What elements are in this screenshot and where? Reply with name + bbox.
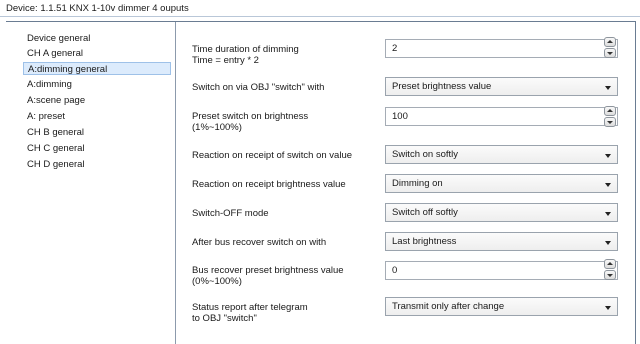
bus-recover-switch-select[interactable]: Last brightness	[385, 232, 618, 251]
sidebar-item-a-dimming[interactable]: A:dimming	[25, 78, 74, 91]
param-label-line1: Switch on via OBJ "switch" with	[192, 82, 325, 93]
param-label-line1: Preset switch on brightness	[192, 111, 309, 122]
param-label-line2: Time = entry * 2	[192, 55, 259, 66]
chevron-down-icon	[605, 86, 611, 90]
preset-brightness-input[interactable]: 100	[385, 107, 618, 126]
param-label-line1: Bus recover preset brightness value	[192, 265, 344, 276]
spin-up-button[interactable]	[604, 106, 616, 116]
chevron-down-icon	[605, 241, 611, 245]
sidebar-item-ch-c-general[interactable]: CH C general	[25, 142, 87, 155]
sidebar-item-ch-a-general[interactable]: CH A general	[25, 47, 85, 60]
param-label: Switch-OFF mode	[192, 208, 269, 219]
param-label-line1: Status report after telegram	[192, 302, 308, 313]
param-label: Status report after telegram to OBJ "swi…	[192, 302, 308, 324]
field-value: 2	[392, 43, 398, 54]
chevron-down-icon	[605, 306, 611, 310]
sidebar-item-a-preset[interactable]: A: preset	[25, 110, 67, 123]
field-value: 100	[392, 111, 408, 122]
param-label: Switch on via OBJ "switch" with	[192, 82, 324, 93]
sidebar-item-device-general[interactable]: Device general	[25, 32, 92, 45]
parameter-tree: Device general CH A general A:dimming ge…	[6, 22, 176, 344]
param-label-line2: to OBJ "switch"	[192, 313, 257, 324]
param-label-line2: (1%~100%)	[192, 122, 242, 133]
dimming-duration-stepper[interactable]	[604, 37, 616, 59]
select-value: Transmit only after change	[392, 301, 505, 312]
spin-up-button[interactable]	[604, 259, 616, 269]
arrow-up-icon	[607, 262, 613, 265]
param-label-line1: Switch-OFF mode	[192, 208, 269, 219]
select-value: Switch off softly	[392, 207, 458, 218]
arrow-up-icon	[607, 109, 613, 112]
param-label: Reaction on receipt of switch on value	[192, 150, 352, 161]
switch-on-mode-select[interactable]: Preset brightness value	[385, 77, 618, 96]
select-value: Switch on softly	[392, 149, 458, 160]
param-label-line1: Reaction on receipt brightness value	[192, 179, 346, 190]
sidebar-item-a-scene-page[interactable]: A:scene page	[25, 94, 87, 107]
spin-up-button[interactable]	[604, 37, 616, 47]
chevron-down-icon	[605, 154, 611, 158]
window-title: Device: 1.1.51 KNX 1-10v dimmer 4 ouputs	[0, 0, 640, 17]
spin-down-button[interactable]	[604, 48, 616, 58]
spin-down-button[interactable]	[604, 117, 616, 127]
preset-brightness-stepper[interactable]	[604, 106, 616, 128]
param-label-line1: After bus recover switch on with	[192, 237, 327, 248]
sidebar-item-a-dimming-general[interactable]: A:dimming general	[23, 62, 171, 75]
sidebar-item-ch-d-general[interactable]: CH D general	[25, 158, 87, 171]
sidebar-item-ch-b-general[interactable]: CH B general	[25, 126, 86, 139]
param-label: Reaction on receipt brightness value	[192, 179, 346, 190]
arrow-down-icon	[607, 121, 613, 124]
param-label: Time duration of dimming Time = entry * …	[192, 44, 299, 66]
param-label-line1: Time duration of dimming	[192, 44, 299, 55]
param-label: Bus recover preset brightness value (0%~…	[192, 265, 344, 287]
select-value: Last brightness	[392, 236, 457, 247]
param-label-line2: (0%~100%)	[192, 276, 242, 287]
bus-recover-brightness-stepper[interactable]	[604, 259, 616, 281]
select-value: Preset brightness value	[392, 81, 492, 92]
param-label: After bus recover switch on with	[192, 237, 326, 248]
arrow-up-icon	[607, 40, 613, 43]
status-report-select[interactable]: Transmit only after change	[385, 297, 618, 316]
param-label-line1: Reaction on receipt of switch on value	[192, 150, 353, 161]
parameter-panel: Time duration of dimming Time = entry * …	[177, 22, 635, 344]
brightness-reaction-select[interactable]: Dimming on	[385, 174, 618, 193]
dimming-duration-input[interactable]: 2	[385, 39, 618, 58]
switch-on-reaction-select[interactable]: Switch on softly	[385, 145, 618, 164]
chevron-down-icon	[605, 212, 611, 216]
field-value: 0	[392, 265, 398, 276]
arrow-down-icon	[607, 274, 613, 277]
bus-recover-brightness-input[interactable]: 0	[385, 261, 618, 280]
arrow-down-icon	[607, 52, 613, 55]
chevron-down-icon	[605, 183, 611, 187]
select-value: Dimming on	[392, 178, 443, 189]
spin-down-button[interactable]	[604, 270, 616, 280]
switch-off-mode-select[interactable]: Switch off softly	[385, 203, 618, 222]
param-label: Preset switch on brightness (1%~100%)	[192, 111, 308, 133]
